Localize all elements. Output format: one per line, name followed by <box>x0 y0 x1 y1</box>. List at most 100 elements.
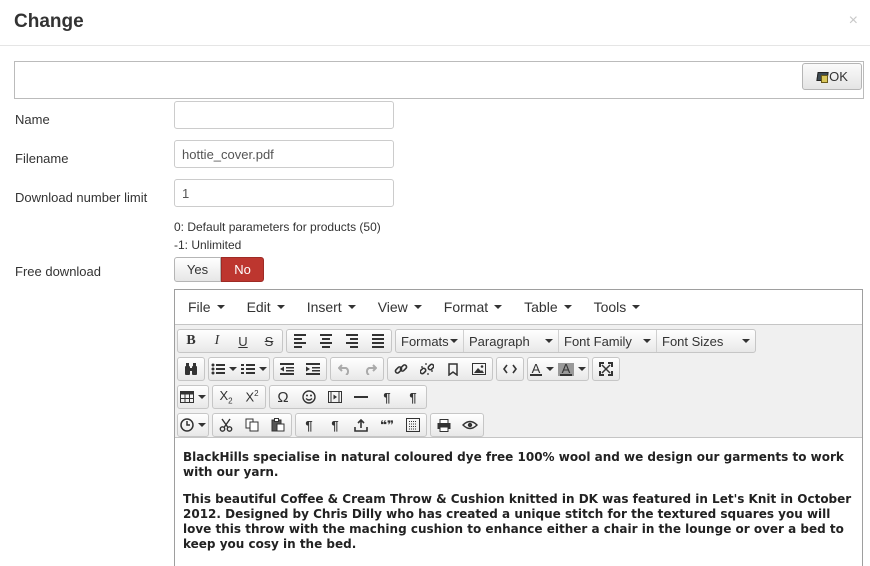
script-group: X2 X2 <box>212 385 266 409</box>
editor-toolbars: B I U S Formats Paragraph Font Family Fo… <box>175 325 862 438</box>
editor-content[interactable]: BlackHills specialise in natural coloure… <box>175 438 862 566</box>
link-icon[interactable] <box>388 358 414 380</box>
ok-icon <box>816 71 829 83</box>
align-right-icon[interactable] <box>339 330 365 352</box>
chevron-down-icon <box>216 305 225 309</box>
chevron-down-icon <box>229 367 237 371</box>
close-icon[interactable]: × <box>849 13 858 29</box>
image-icon[interactable] <box>466 358 492 380</box>
unlink-icon[interactable] <box>414 358 440 380</box>
free-download-no[interactable]: No <box>221 257 264 282</box>
clock-icon[interactable] <box>178 414 208 436</box>
paragraph-select[interactable]: Paragraph <box>464 330 559 352</box>
outdent-icon[interactable] <box>274 358 300 380</box>
free-download-yes[interactable]: Yes <box>174 257 221 282</box>
background-color-icon[interactable]: A <box>556 358 588 380</box>
bullet-list-icon[interactable] <box>209 358 239 380</box>
underline-icon[interactable]: U <box>230 330 256 352</box>
horizontal-rule-icon[interactable] <box>348 386 374 408</box>
toolbar-row-3: X2 X2 Ω ¶ ¶ <box>177 383 862 411</box>
table-icon[interactable] <box>178 386 208 408</box>
text-color-icon[interactable]: A <box>528 358 556 380</box>
table-group <box>177 385 209 409</box>
media-icon[interactable] <box>322 386 348 408</box>
limit-hint-default: 0: Default parameters for products (50) <box>174 220 381 234</box>
chevron-down-icon <box>347 305 356 309</box>
name-label: Name <box>15 112 50 127</box>
code-icon[interactable] <box>497 358 523 380</box>
filename-input[interactable] <box>174 140 394 168</box>
indent-icon[interactable] <box>300 358 326 380</box>
font-family-select[interactable]: Font Family <box>559 330 657 352</box>
history-group <box>330 357 384 381</box>
chevron-down-icon <box>578 367 586 371</box>
chevron-down-icon <box>563 305 572 309</box>
chevron-down-icon <box>450 339 458 343</box>
menu-view[interactable]: View <box>370 290 430 325</box>
link-group <box>387 357 493 381</box>
filename-label: Filename <box>15 151 69 166</box>
italic-icon[interactable]: I <box>204 330 230 352</box>
preview-icon[interactable] <box>457 414 483 436</box>
binoculars-icon[interactable] <box>178 358 204 380</box>
menu-format[interactable]: Format <box>436 290 510 325</box>
clipboard-group <box>212 413 292 437</box>
download-limit-input[interactable] <box>174 179 394 207</box>
insert-group: Ω ¶ ¶ <box>269 385 427 409</box>
redo-icon[interactable] <box>357 358 383 380</box>
misc-group: ¶ ¶ ❝❞ <box>295 413 427 437</box>
editor-menubar: File Edit Insert View Format Table Tools <box>175 290 862 325</box>
align-justify-icon[interactable] <box>365 330 391 352</box>
menu-tools[interactable]: Tools <box>586 290 649 325</box>
chevron-down-icon <box>545 339 553 343</box>
alignment-group <box>286 329 392 353</box>
rich-text-editor: File Edit Insert View Format Table Tools… <box>174 289 863 566</box>
color-group: A A <box>527 357 589 381</box>
menu-table[interactable]: Table <box>516 290 579 325</box>
text-style-group: B I U S <box>177 329 283 353</box>
paste-icon[interactable] <box>265 414 291 436</box>
modal-title: Change <box>14 11 84 32</box>
chevron-down-icon <box>632 305 641 309</box>
top-action-bar: OK <box>14 61 864 99</box>
rtl-icon[interactable]: ¶ <box>400 386 426 408</box>
list-group <box>208 357 270 381</box>
menu-edit[interactable]: Edit <box>239 290 293 325</box>
limit-hint-unlimited: -1: Unlimited <box>174 238 242 252</box>
superscript-icon[interactable]: X2 <box>239 386 265 408</box>
undo-icon[interactable] <box>331 358 357 380</box>
smiley-icon[interactable] <box>296 386 322 408</box>
align-left-icon[interactable] <box>287 330 313 352</box>
menu-insert[interactable]: Insert <box>299 290 364 325</box>
align-center-icon[interactable] <box>313 330 339 352</box>
menu-file[interactable]: File <box>180 290 233 325</box>
toolbar-row-4: ¶ ¶ ❝❞ <box>177 411 862 439</box>
ok-button-label: OK <box>829 69 848 84</box>
template-icon[interactable] <box>400 414 426 436</box>
copy-icon[interactable] <box>239 414 265 436</box>
chevron-down-icon <box>413 305 422 309</box>
strikethrough-icon[interactable]: S <box>256 330 282 352</box>
chevron-down-icon <box>198 395 206 399</box>
pilcrow-icon[interactable]: ¶ <box>296 414 322 436</box>
format-selects-group: Formats Paragraph Font Family Font Sizes <box>395 329 756 353</box>
fullscreen-icon[interactable] <box>593 358 619 380</box>
toolbar-row-1: B I U S Formats Paragraph Font Family Fo… <box>177 327 862 355</box>
pilcrow-icon[interactable]: ¶ <box>322 414 348 436</box>
ltr-icon[interactable]: ¶ <box>374 386 400 408</box>
formats-select[interactable]: Formats <box>396 330 464 352</box>
content-paragraph: This beautiful Coffee & Cream Throw & Cu… <box>183 492 852 551</box>
insert-icon[interactable] <box>348 414 374 436</box>
bold-icon[interactable]: B <box>178 330 204 352</box>
omega-icon[interactable]: Ω <box>270 386 296 408</box>
numbered-list-icon[interactable] <box>239 358 269 380</box>
font-sizes-select[interactable]: Font Sizes <box>657 330 755 352</box>
subscript-icon[interactable]: X2 <box>213 386 239 408</box>
name-input[interactable] <box>174 101 394 129</box>
content-paragraph: BlackHills specialise in natural coloure… <box>183 450 844 479</box>
bookmark-icon[interactable] <box>440 358 466 380</box>
print-icon[interactable] <box>431 414 457 436</box>
cut-icon[interactable] <box>213 414 239 436</box>
ok-button[interactable]: OK <box>802 63 862 90</box>
quote-icon[interactable]: ❝❞ <box>374 414 400 436</box>
